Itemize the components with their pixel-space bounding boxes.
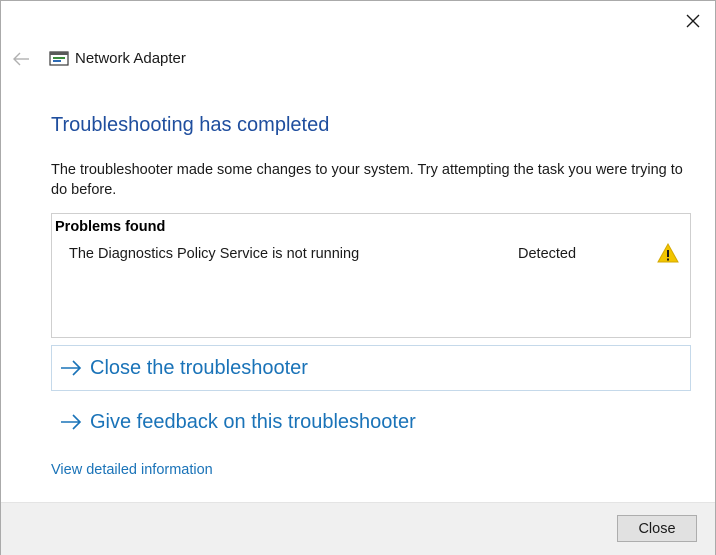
back-arrow-icon[interactable] xyxy=(11,50,31,68)
give-feedback-label: Give feedback on this troubleshooter xyxy=(90,411,416,433)
problem-status: Detected xyxy=(518,246,577,262)
network-adapter-icon xyxy=(49,51,69,66)
give-feedback-link[interactable]: Give feedback on this troubleshooter xyxy=(51,399,691,445)
arrow-right-icon xyxy=(61,360,82,376)
close-icon[interactable] xyxy=(683,11,703,31)
arrow-right-icon xyxy=(61,414,82,430)
problems-found-panel: Problems found The Diagnostics Policy Se… xyxy=(51,213,691,338)
page-heading: Troubleshooting has completed xyxy=(51,114,330,136)
view-detailed-information-link[interactable]: View detailed information xyxy=(51,460,213,480)
dialog-footer: Close xyxy=(1,502,715,555)
window-title: Network Adapter xyxy=(75,50,186,67)
close-button[interactable]: Close xyxy=(617,515,697,542)
close-troubleshooter-link[interactable]: Close the troubleshooter xyxy=(51,345,691,391)
result-description: The troubleshooter made some changes to … xyxy=(51,162,683,198)
troubleshooter-window: Network Adapter Troubleshooting has comp… xyxy=(0,0,716,555)
problem-name: The Diagnostics Policy Service is not ru… xyxy=(69,246,360,262)
warning-icon xyxy=(657,243,679,263)
problems-header: Problems found xyxy=(55,219,166,235)
close-troubleshooter-label: Close the troubleshooter xyxy=(90,357,308,379)
